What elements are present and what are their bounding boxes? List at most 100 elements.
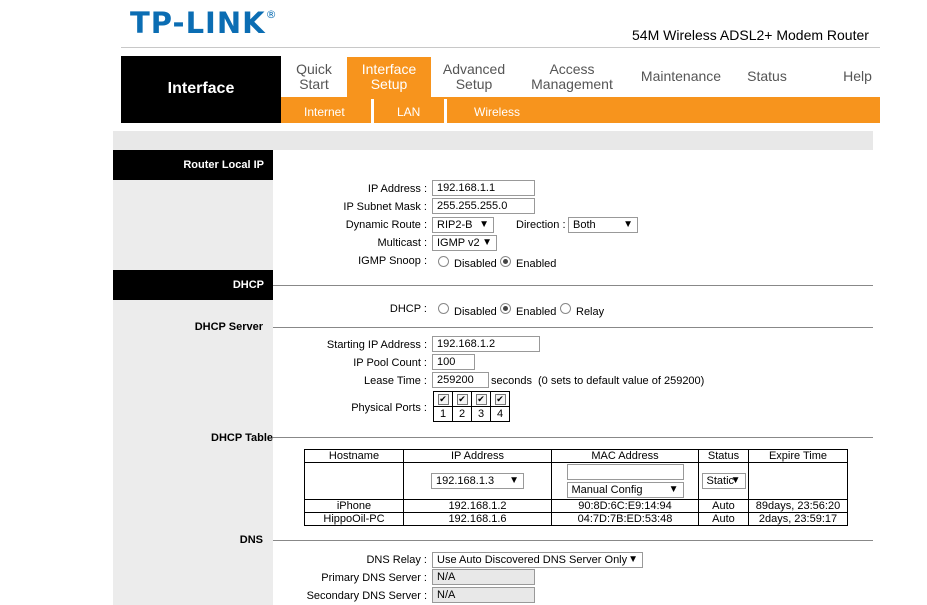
igmp-enabled-radio[interactable] [500, 256, 511, 267]
router-local-ip-header: Router Local IP [113, 150, 273, 180]
dhcp-mode-label: DHCP : [389, 303, 427, 315]
tab-access-management[interactable]: Access Management [522, 62, 622, 92]
tab-help[interactable]: Help [830, 69, 885, 84]
dhcp-enabled-label: Enabled [516, 306, 557, 318]
mac-mode-select[interactable]: Manual Config ▼ [566, 482, 684, 498]
port-number: 2 [452, 406, 472, 422]
table-row: HippoOil-PC 192.168.1.6 04:7D:7B:ED:53:4… [304, 512, 848, 526]
tab-maintenance[interactable]: Maintenance [635, 69, 727, 84]
dhcp-header: DHCP [113, 270, 273, 300]
ip-address-input[interactable]: 192.168.1.1 [432, 180, 535, 196]
chevron-down-icon: ▼ [479, 219, 489, 230]
dynamic-route-select[interactable]: RIP2-B ▼ [432, 217, 494, 233]
port-number: 4 [490, 406, 510, 422]
igmp-enabled-label: Enabled [516, 258, 557, 270]
subtab-separator [444, 99, 447, 123]
expire-cell: 89days, 23:56:20 [748, 499, 848, 513]
port-3-checkbox[interactable]: ✔ [475, 394, 487, 405]
chevron-down-icon: ▼ [668, 484, 679, 495]
secondary-dns-label: Secondary DNS Server : [306, 590, 427, 602]
section-divider [273, 540, 873, 541]
dhcp-enabled-radio[interactable] [500, 303, 511, 314]
dns-relay-label: DNS Relay : [366, 554, 427, 566]
dhcp-relay-radio[interactable] [560, 303, 571, 314]
ip-cell: 192.168.1.2 [403, 499, 552, 513]
col-expire-time: Expire Time [748, 449, 848, 463]
dhcp-table: Hostname IP Address MAC Address Status E… [304, 449, 848, 526]
table-ip-select[interactable]: 192.168.1.3 ▼ [431, 473, 524, 489]
tab-advanced-setup[interactable]: Advanced Setup [434, 62, 514, 92]
col-status: Status [698, 449, 749, 463]
page-title: Interface [167, 80, 235, 97]
tab-status[interactable]: Status [737, 69, 797, 84]
hostname-cell: iPhone [304, 499, 404, 513]
status-select-cell: Static ▼ [698, 462, 749, 500]
igmp-snoop-label: IGMP Snoop : [358, 255, 427, 267]
subtab-wireless[interactable]: Wireless [474, 105, 520, 119]
igmp-disabled-radio[interactable] [438, 256, 449, 267]
subnet-mask-input[interactable]: 255.255.255.0 [432, 198, 535, 214]
header-divider [121, 47, 880, 48]
lease-time-unit: seconds [491, 375, 532, 387]
tp-link-logo: TP-LINK® [130, 6, 278, 40]
dhcp-table-label: DHCP Table [211, 432, 273, 444]
dns-relay-select[interactable]: Use Auto Discovered DNS Server Only ▼ [432, 552, 643, 568]
col-hostname: Hostname [304, 449, 404, 463]
dhcp-server-label: DHCP Server [194, 321, 263, 333]
lease-time-note: (0 sets to default value of 259200) [538, 375, 705, 387]
pool-count-input[interactable]: 100 [432, 354, 475, 370]
tab-quick-start[interactable]: Quick Start [283, 62, 345, 92]
port-4-checkbox[interactable]: ✔ [494, 394, 506, 405]
ip-address-label: IP Address : [367, 183, 427, 195]
dhcp-relay-label: Relay [576, 306, 605, 318]
direction-select[interactable]: Both ▼ [568, 217, 638, 233]
port-2-checkbox[interactable]: ✔ [456, 394, 468, 405]
tab-interface-setup[interactable]: Interface Setup [347, 62, 431, 92]
secondary-dns-input[interactable]: N/A [432, 587, 535, 603]
subtab-lan[interactable]: LAN [397, 105, 420, 119]
status-select[interactable]: Static ▼ [701, 473, 746, 489]
col-mac-address: MAC Address [551, 449, 699, 463]
start-ip-input[interactable]: 192.168.1.2 [432, 336, 540, 352]
mac-cell: 04:7D:7B:ED:53:48 [551, 512, 699, 526]
expire-cell: 2days, 23:59:17 [748, 512, 848, 526]
primary-dns-input[interactable]: N/A [432, 569, 535, 585]
model-name: 54M Wireless ADSL2+ Modem Router [632, 27, 869, 43]
dhcp-disabled-radio[interactable] [438, 303, 449, 314]
subtab-separator [371, 99, 374, 123]
multicast-select[interactable]: IGMP v2 ▼ [432, 235, 497, 251]
multicast-label: Multicast : [377, 237, 427, 249]
pool-count-label: IP Pool Count : [353, 357, 427, 369]
port-number: 1 [433, 406, 453, 422]
chevron-down-icon: ▼ [482, 237, 492, 248]
subtab-internet[interactable]: Internet [304, 105, 345, 119]
content-top-band [113, 131, 873, 150]
port-number: 3 [471, 406, 491, 422]
primary-dns-label: Primary DNS Server : [321, 572, 427, 584]
col-ip-address: IP Address [403, 449, 552, 463]
section-divider [273, 327, 873, 328]
physical-ports-label: Physical Ports : [351, 402, 427, 414]
physical-ports-grid: ✔ ✔ ✔ ✔ 1 2 3 4 [433, 391, 510, 422]
lease-time-label: Lease Time : [364, 375, 427, 387]
status-cell: Auto [698, 512, 749, 526]
direction-label: Direction : [516, 219, 566, 231]
chevron-down-icon: ▼ [623, 219, 633, 230]
expire-cell-empty [748, 462, 848, 500]
hostname-cell: HippoOil-PC [304, 512, 404, 526]
lease-time-input[interactable]: 259200 [432, 372, 489, 388]
start-ip-label: Starting IP Address : [326, 339, 427, 351]
ip-select-cell: 192.168.1.3 ▼ [403, 462, 552, 500]
dhcp-disabled-label: Disabled [454, 306, 497, 318]
hostname-cell-empty [304, 462, 404, 500]
section-divider [273, 437, 873, 438]
chevron-down-icon: ▼ [730, 475, 741, 486]
table-row: iPhone 192.168.1.2 90:8D:6C:E9:14:94 Aut… [304, 499, 848, 513]
port-1-checkbox[interactable]: ✔ [437, 394, 449, 405]
status-cell: Auto [698, 499, 749, 513]
mac-address-input[interactable] [566, 464, 684, 480]
mac-cell: 90:8D:6C:E9:14:94 [551, 499, 699, 513]
chevron-down-icon: ▼ [509, 475, 519, 486]
subnet-mask-label: IP Subnet Mask : [343, 201, 427, 213]
dns-label: DNS [239, 534, 263, 546]
